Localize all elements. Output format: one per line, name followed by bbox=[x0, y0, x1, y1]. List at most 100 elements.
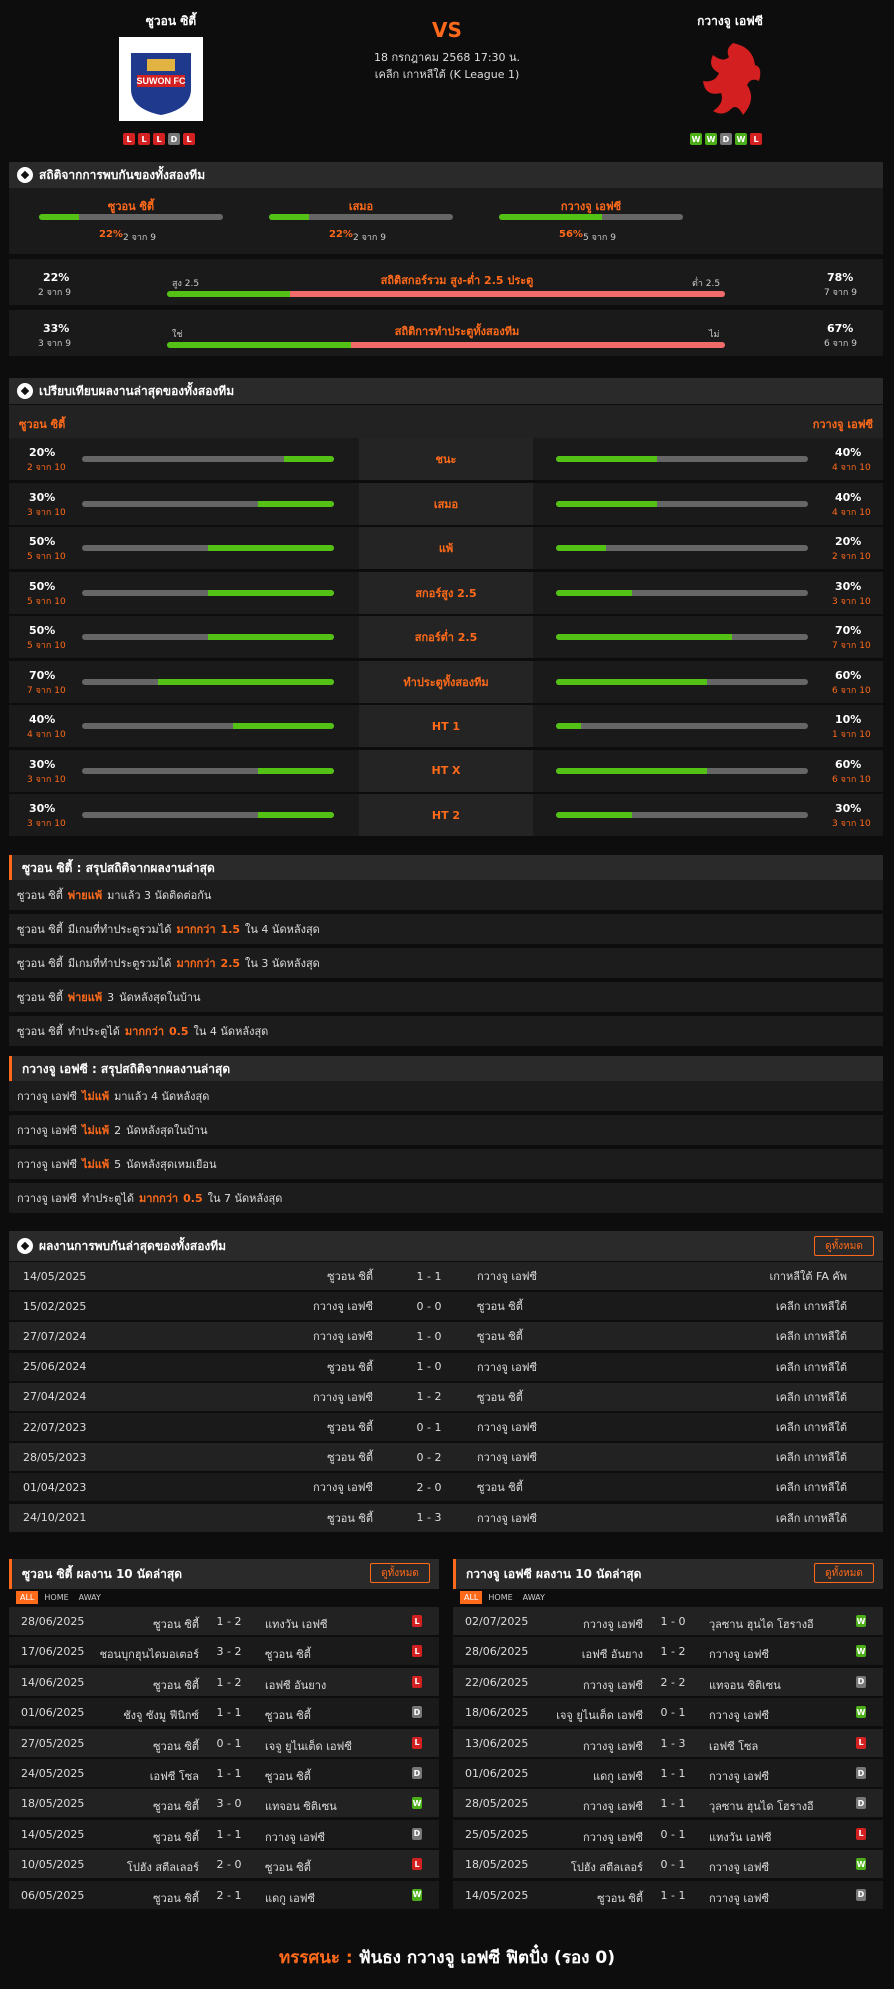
summary-part: ใน 3 นัดหลังสุด bbox=[245, 957, 320, 970]
h2h-col-bar-fill bbox=[269, 214, 310, 220]
recent-match-row[interactable]: 27/05/2025 ซูวอน ซิตี้ 0 - 1 เจจู ยูไนเต็ด … bbox=[9, 1728, 439, 1757]
filter-tab[interactable]: HOME bbox=[40, 1591, 72, 1604]
recent-match-row[interactable]: 10/05/2025 โปฮัง สตีลเลอร์ 2 - 0 ซูวอน ซิตี… bbox=[9, 1850, 439, 1879]
result-badge: D bbox=[412, 1767, 422, 1779]
match-score: 1 - 3 bbox=[660, 1736, 686, 1750]
summary-part: กวางจู เอฟซี bbox=[17, 1192, 77, 1205]
match-away: แทงวัน เอฟซี bbox=[709, 1830, 772, 1844]
h2h-col-count: 2 จาก 9 bbox=[353, 233, 386, 243]
summary-part: นัดหลังสุดในบ้าน bbox=[126, 1124, 208, 1137]
recent-match-row[interactable]: 28/06/2025 เอฟซี อันยาง 1 - 2 กวางจู เอฟซี W bbox=[453, 1637, 883, 1666]
recent-match-row[interactable]: 06/05/2025 ซูวอน ซิตี้ 2 - 1 แดกู เอฟซี W bbox=[9, 1880, 439, 1909]
home-last10-tabs: ALL HOME AWAY bbox=[16, 1591, 105, 1604]
result-badge: W bbox=[412, 1888, 422, 1901]
match-home: ซูวอน ซิตี้ bbox=[153, 1739, 199, 1753]
recent-match-row[interactable]: 25/05/2025 กวางจู เอฟซี 0 - 1 แทงวัน เอฟซี L bbox=[453, 1819, 883, 1848]
home-bar-fill bbox=[283, 456, 334, 462]
match-league: เคลีก เกาหลีใต้ bbox=[775, 1481, 847, 1495]
h2h-col-pct: 56% bbox=[559, 229, 583, 240]
away-count: 6 จาก 10 bbox=[832, 685, 871, 696]
form-badge: L bbox=[183, 133, 195, 145]
filter-tab[interactable]: ALL bbox=[16, 1591, 39, 1604]
home-bar bbox=[82, 545, 334, 551]
home-last10-view-all-button[interactable]: ดูทั้งหมด bbox=[370, 1563, 430, 1583]
match-away: เอฟซี โซล bbox=[709, 1739, 759, 1753]
recent-match-row[interactable]: 14/06/2025 ซูวอน ซิตี้ 1 - 2 เอฟซี อันยาง L bbox=[9, 1667, 439, 1696]
form-compare-label: HT X bbox=[359, 749, 533, 792]
form-compare-away: กวางจู เอฟซี bbox=[812, 418, 873, 431]
h2h-match-row[interactable]: 15/02/2025 กวางจู เอฟซี 0 - 0 ซูวอน ซิตี้ เค… bbox=[9, 1292, 883, 1321]
summary-part: มากกว่า bbox=[176, 923, 216, 936]
match-home: กวางจู เอฟซี bbox=[313, 1300, 373, 1314]
recent-match-row[interactable]: 18/05/2025 ซูวอน ซิตี้ 3 - 0 แทจอน ซิติเซน W bbox=[9, 1789, 439, 1818]
summary-row: กวางจู เอฟซี ไม่แพ้ มาแล้ว 4 นัดหลังสุด bbox=[9, 1081, 883, 1111]
filter-tab[interactable]: HOME bbox=[484, 1591, 516, 1604]
h2h-match-row[interactable]: 27/07/2024 กวางจู เอฟซี 1 - 0 ซูวอน ซิตี้ เค… bbox=[9, 1322, 883, 1351]
match-home: โปฮัง สตีลเลอร์ bbox=[570, 1861, 643, 1875]
form-compare-label: ทำประตูทั้งสองทีม bbox=[359, 660, 533, 703]
result-badge: L bbox=[412, 1645, 422, 1658]
away-count: 4 จาก 10 bbox=[832, 507, 871, 518]
h2h-match-row[interactable]: 22/07/2023 ซูวอน ซิตี้ 0 - 1 กวางจู เอฟซี เค… bbox=[9, 1413, 883, 1441]
h2h-match-row[interactable]: 01/04/2023 กวางจู เอฟซี 2 - 0 ซูวอน ซิตี้ เค… bbox=[9, 1473, 883, 1502]
summary-part: ไม่แพ้ bbox=[81, 1124, 110, 1137]
away-bar bbox=[556, 456, 808, 462]
away-bar bbox=[556, 812, 808, 818]
summary-part: กวางจู เอฟซี bbox=[17, 1090, 77, 1103]
h2h-match-row[interactable]: 28/05/2023 ซูวอน ซิตี้ 0 - 2 กวางจู เอฟซี เค… bbox=[9, 1443, 883, 1472]
away-count: 7 จาก 10 bbox=[832, 641, 871, 651]
match-away: ซูวอน ซิตี้ bbox=[477, 1481, 523, 1495]
recent-match-row[interactable]: 14/05/2025 ซูวอน ซิตี้ 1 - 1 กวางจู เอฟซี D bbox=[9, 1819, 439, 1848]
home-count: 3 จาก 10 bbox=[27, 819, 66, 829]
match-away: กวางจู เอฟซี bbox=[265, 1830, 325, 1844]
result-badge: W bbox=[856, 1858, 866, 1871]
recent-match-row[interactable]: 17/06/2025 ชอนบุกฮุนไดมอเตอร์ 3 - 2 ซูวอน ซ… bbox=[9, 1637, 439, 1666]
recent-match-row[interactable]: 24/05/2025 เอฟซี โซล 1 - 1 ซูวอน ซิตี้ D bbox=[9, 1759, 439, 1787]
filter-tab[interactable]: ALL bbox=[460, 1591, 483, 1604]
summary-part: ใน 4 นัดหลังสุด bbox=[193, 1025, 269, 1038]
result-badge: L bbox=[412, 1675, 422, 1688]
h2h-view-all-button[interactable]: ดูทั้งหมด bbox=[814, 1236, 874, 1256]
filter-tab[interactable]: AWAY bbox=[75, 1591, 105, 1604]
recent-match-row[interactable]: 14/05/2025 ซูวอน ซิตี้ 1 - 1 กวางจู เอฟซี D bbox=[453, 1880, 883, 1909]
h2h-match-row[interactable]: 25/06/2024 ซูวอน ซิตี้ 1 - 0 กวางจู เอฟซี เค… bbox=[9, 1352, 883, 1381]
recent-match-row[interactable]: 13/06/2025 กวางจู เอฟซี 1 - 3 เอฟซี โซล L bbox=[453, 1728, 883, 1757]
h2h-match-row[interactable]: 24/10/2021 ซูวอน ซิตี้ 1 - 3 กวางจู เอฟซี เค… bbox=[9, 1503, 883, 1532]
away-team-logo[interactable] bbox=[693, 37, 767, 121]
filter-tab[interactable]: AWAY bbox=[519, 1591, 549, 1604]
match-away: กวางจู เอฟซี bbox=[477, 1360, 537, 1374]
h2h-col-label: ซูวอน ซิตี้ bbox=[107, 200, 155, 213]
recent-match-row[interactable]: 28/06/2025 ซูวอน ซิตี้ 1 - 2 แทงวัน เอฟซี L bbox=[9, 1607, 439, 1635]
summary-part: พ่ายแพ้ bbox=[67, 991, 103, 1004]
recent-match-row[interactable]: 18/06/2025 เจจู ยูไนเต็ด เอฟซี 0 - 1 กวางจู… bbox=[453, 1698, 883, 1727]
match-home: ซูวอน ซิตี้ bbox=[327, 1451, 373, 1465]
home-pct: 50% bbox=[29, 579, 56, 593]
form-compare-label: แพ้ bbox=[359, 527, 533, 569]
h2h-match-row[interactable]: 14/05/2025 ซูวอน ซิตี้ 1 - 1 กวางจู เอฟซี เก… bbox=[9, 1262, 883, 1290]
home-count: 7 จาก 10 bbox=[27, 685, 66, 696]
away-last10-view-all-button[interactable]: ดูทั้งหมด bbox=[814, 1563, 874, 1583]
recent-match-row[interactable]: 22/06/2025 กวางจู เอฟซี 2 - 2 แทจอน ซิติเซน… bbox=[453, 1667, 883, 1696]
match-league: เกาหลีใต้ FA คัพ bbox=[769, 1270, 847, 1283]
home-count: 5 จาก 10 bbox=[27, 552, 66, 562]
recent-match-row[interactable]: 02/07/2025 กวางจู เอฟซี 1 - 0 วุลซาน ฮุนได … bbox=[453, 1607, 883, 1635]
home-bar bbox=[82, 456, 334, 462]
match-home: แดกู เอฟซี bbox=[592, 1770, 643, 1783]
match-date: 14/05/2025 bbox=[465, 1888, 529, 1902]
match-score: 1 - 2 bbox=[216, 1675, 242, 1689]
match-date: 27/04/2024 bbox=[23, 1390, 87, 1404]
recent-match-row[interactable]: 18/05/2025 โปฮัง สตีลเลอร์ 0 - 1 กวางจู เอฟ… bbox=[453, 1850, 883, 1879]
away-pct: 10% bbox=[835, 713, 862, 726]
home-form-badges: LLLDL bbox=[123, 133, 195, 145]
recent-match-row[interactable]: 01/06/2025 ชังจู ซังมู ฟีนิกซ์ 1 - 1 ซูวอน … bbox=[9, 1698, 439, 1727]
recent-match-row[interactable]: 01/06/2025 แดกู เอฟซี 1 - 1 กวางจู เอฟซี D bbox=[453, 1759, 883, 1787]
away-bar bbox=[556, 589, 808, 596]
match-home: ชอนบุกฮุนไดมอเตอร์ bbox=[99, 1648, 199, 1662]
home-team-logo[interactable]: SUWON FC bbox=[119, 37, 203, 121]
recent-match-row[interactable]: 28/05/2025 กวางจู เอฟซี 1 - 1 วุลซาน ฮุนได … bbox=[453, 1789, 883, 1818]
h2h-matches-title: ผลงานการพบกันล่าสุดของทั้งสองทีม bbox=[9, 1231, 883, 1261]
h2h-match-row[interactable]: 27/04/2024 กวางจู เอฟซี 1 - 2 ซูวอน ซิตี้ เค… bbox=[9, 1382, 883, 1411]
match-score: 0 - 1 bbox=[660, 1706, 686, 1720]
match-date: 10/05/2025 bbox=[21, 1858, 85, 1872]
form-compare-row: 30% 3 จาก 10 HT 2 30% 3 จาก 10 bbox=[9, 794, 883, 836]
